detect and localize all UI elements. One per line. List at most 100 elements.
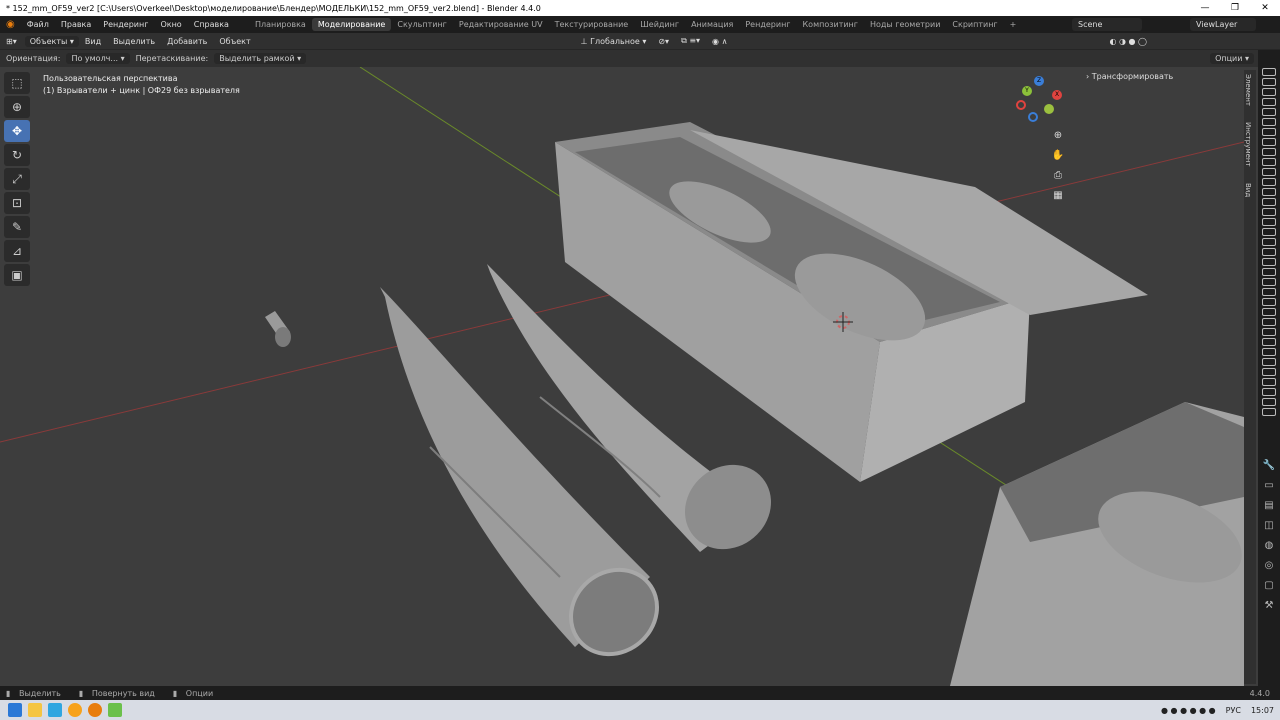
blender-logo-icon[interactable]: ◉: [0, 19, 21, 30]
scale-tool-icon[interactable]: ⤢: [4, 168, 30, 190]
render-properties-icon[interactable]: ▭: [1258, 476, 1280, 496]
scene-properties-icon[interactable]: ◍: [1258, 536, 1280, 556]
x-axis-icon[interactable]: X: [1052, 90, 1062, 100]
rotate-tool-icon[interactable]: ↻: [4, 144, 30, 166]
camera-icon[interactable]: [1262, 98, 1276, 106]
z-axis-icon[interactable]: Z: [1034, 76, 1044, 86]
app-icon[interactable]: [108, 703, 122, 717]
tab-geometry-nodes[interactable]: Ноды геометрии: [864, 18, 946, 31]
measure-tool-icon[interactable]: ⊿: [4, 240, 30, 262]
modifier-properties-icon[interactable]: ⚒: [1258, 596, 1280, 616]
orientation-dropdown[interactable]: По умолч... ▾: [66, 53, 130, 64]
tab-rendering[interactable]: Рендеринг: [739, 18, 796, 31]
camera-icon[interactable]: [1262, 228, 1276, 236]
proportional-edit-icon[interactable]: ◉ ∧: [706, 37, 733, 46]
camera-icon[interactable]: [1262, 308, 1276, 316]
menu-add[interactable]: Добавить: [161, 37, 213, 46]
camera-icon[interactable]: [1262, 178, 1276, 186]
camera-icon[interactable]: [1262, 288, 1276, 296]
menu-edit[interactable]: Правка: [55, 20, 97, 29]
camera-icon[interactable]: [1262, 78, 1276, 86]
start-icon[interactable]: [8, 703, 22, 717]
zoom-icon[interactable]: ⊕: [1050, 128, 1066, 144]
tab-layout[interactable]: Планировка: [249, 18, 312, 31]
camera-icon[interactable]: [1262, 328, 1276, 336]
browser-icon[interactable]: [48, 703, 62, 717]
camera-icon[interactable]: [1262, 248, 1276, 256]
transform-panel-header[interactable]: › Трансформировать: [1086, 72, 1173, 81]
tab-sculpting[interactable]: Скульптинг: [391, 18, 453, 31]
tab-animation[interactable]: Анимация: [685, 18, 739, 31]
close-button[interactable]: ✕: [1250, 0, 1280, 16]
camera-icon[interactable]: [1262, 378, 1276, 386]
drag-dropdown[interactable]: Выделить рамкой ▾: [214, 53, 307, 64]
cursor-tool-icon[interactable]: ⊕: [4, 96, 30, 118]
minimize-button[interactable]: —: [1190, 0, 1220, 16]
world-properties-icon[interactable]: ◎: [1258, 556, 1280, 576]
camera-icon[interactable]: [1262, 218, 1276, 226]
grid-view-icon[interactable]: ▦: [1050, 188, 1066, 204]
transform-orientation-dropdown[interactable]: ⊥ Глобальное ▾: [575, 37, 653, 46]
camera-icon[interactable]: [1262, 238, 1276, 246]
camera-icon[interactable]: [1262, 138, 1276, 146]
camera-icon[interactable]: [1262, 68, 1276, 76]
camera-icon[interactable]: [1262, 348, 1276, 356]
menu-select[interactable]: Выделить: [107, 37, 161, 46]
tool-properties-icon[interactable]: 🔧: [1258, 456, 1280, 476]
tab-scripting[interactable]: Скриптинг: [946, 18, 1003, 31]
mode-dropdown[interactable]: Объекты ▾: [24, 35, 79, 47]
camera-icon[interactable]: [1262, 168, 1276, 176]
tab-modeling[interactable]: Моделирование: [311, 18, 392, 31]
language-indicator[interactable]: РУС: [1226, 706, 1241, 715]
select-box-tool-icon[interactable]: ⬚: [4, 72, 30, 94]
output-properties-icon[interactable]: ▤: [1258, 496, 1280, 516]
camera-icon[interactable]: [1262, 268, 1276, 276]
maximize-button[interactable]: ❐: [1220, 0, 1250, 16]
folder-icon[interactable]: [28, 703, 42, 717]
camera-icon[interactable]: [1262, 388, 1276, 396]
annotate-tool-icon[interactable]: ✎: [4, 216, 30, 238]
camera-icon[interactable]: [1262, 318, 1276, 326]
camera-icon[interactable]: [1262, 198, 1276, 206]
menu-render[interactable]: Рендеринг: [97, 20, 154, 29]
menu-help[interactable]: Справка: [188, 20, 235, 29]
transform-tool-icon[interactable]: ⊡: [4, 192, 30, 214]
pan-hand-icon[interactable]: ✋: [1050, 148, 1066, 164]
camera-icon[interactable]: [1262, 128, 1276, 136]
camera-icon[interactable]: [1262, 368, 1276, 376]
navigation-gizmo[interactable]: Z Y X: [1014, 76, 1070, 126]
camera-icon[interactable]: [1262, 408, 1276, 416]
add-workspace-button[interactable]: +: [1004, 18, 1023, 31]
tab-item[interactable]: Элемент: [1244, 70, 1252, 110]
viewlayer-selector[interactable]: ViewLayer: [1190, 18, 1256, 31]
options-dropdown[interactable]: Опции ▾: [1210, 53, 1254, 64]
neg-x-axis-icon[interactable]: [1016, 100, 1026, 110]
neg-y-axis-icon[interactable]: [1044, 104, 1054, 114]
menu-view[interactable]: Вид: [79, 37, 107, 46]
camera-icon[interactable]: [1262, 398, 1276, 406]
snap-icon[interactable]: ⧉ ≡▾: [675, 36, 706, 46]
menu-file[interactable]: Файл: [21, 20, 55, 29]
camera-icon[interactable]: [1262, 118, 1276, 126]
camera-icon[interactable]: [1262, 298, 1276, 306]
camera-icon[interactable]: [1262, 208, 1276, 216]
object-properties-icon[interactable]: ▢: [1258, 576, 1280, 596]
tray-icons[interactable]: ● ● ● ● ● ●: [1161, 706, 1216, 715]
menu-window[interactable]: Окно: [154, 20, 187, 29]
camera-icon[interactable]: [1262, 258, 1276, 266]
y-axis-icon[interactable]: Y: [1022, 86, 1032, 96]
camera-icon[interactable]: [1262, 338, 1276, 346]
move-tool-icon[interactable]: ✥: [4, 120, 30, 142]
blender-taskbar-icon[interactable]: [88, 703, 102, 717]
menu-object[interactable]: Объект: [213, 37, 256, 46]
camera-view-icon[interactable]: ⎙: [1050, 168, 1066, 184]
neg-z-axis-icon[interactable]: [1028, 112, 1038, 122]
camera-icon[interactable]: [1262, 88, 1276, 96]
tab-compositing[interactable]: Композитинг: [797, 18, 864, 31]
camera-icon[interactable]: [1262, 108, 1276, 116]
editor-type-icon[interactable]: ⊞▾: [0, 37, 23, 46]
camera-icon[interactable]: [1262, 358, 1276, 366]
camera-icon[interactable]: [1262, 158, 1276, 166]
tab-texture-paint[interactable]: Текстурирование: [549, 18, 635, 31]
viewport-shading-icons[interactable]: ◐ ◑ ● ◯: [1103, 37, 1153, 46]
